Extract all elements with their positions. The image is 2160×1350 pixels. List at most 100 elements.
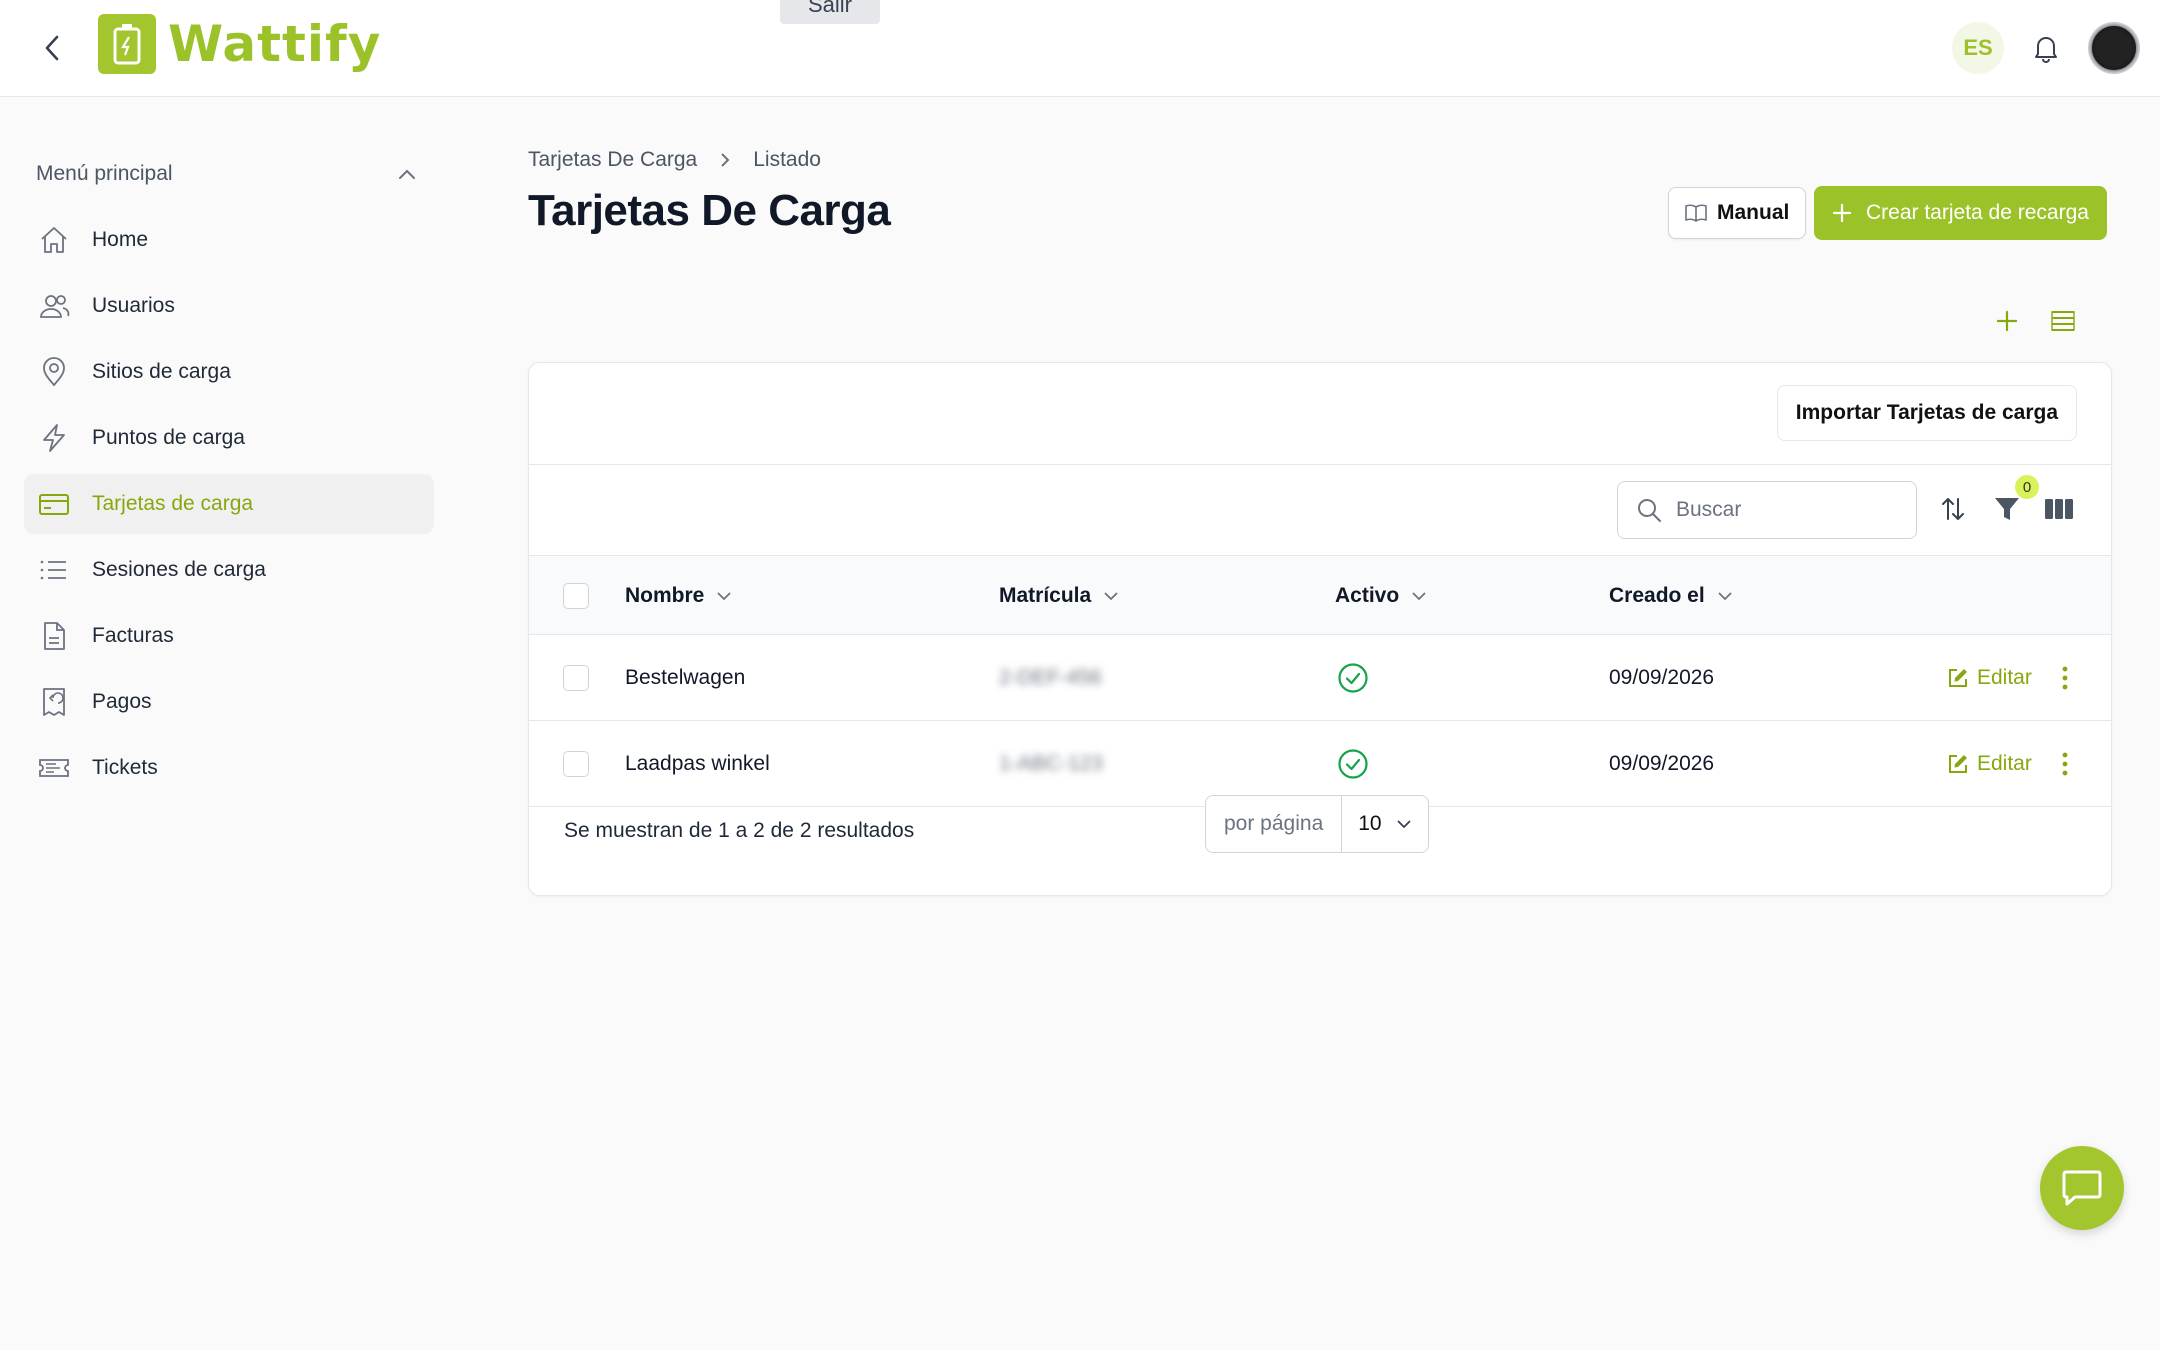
row-actions-menu[interactable] [2053,661,2077,695]
breadcrumb: Tarjetas De Carga Listado [528,148,821,172]
chevron-down-icon [1412,592,1426,601]
battery-logo-icon [98,14,156,74]
sidebar-item-label: Facturas [92,624,174,647]
main-menu-toggle[interactable]: Menú principal [36,162,416,186]
arrows-up-down-icon [1942,498,1964,520]
chat-button[interactable] [2040,1146,2124,1230]
user-avatar[interactable] [2088,22,2140,74]
sidebar-item-label: Tarjetas de carga [92,492,254,515]
search-field[interactable] [1617,481,1917,539]
sidebar-item-usuarios[interactable]: Usuarios [24,276,434,336]
page-title: Tarjetas De Carga [528,186,891,235]
create-card-label: Crear tarjeta de recarga [1866,201,2089,224]
funnel-icon [1995,498,2019,520]
manual-button[interactable]: Manual [1668,187,1807,239]
sidebar-item-label: Sitios de carga [92,360,231,383]
search-input[interactable] [1676,498,1896,522]
sidebar-item-puntos-de-carga[interactable]: Puntos de carga [24,408,434,468]
exit-impersonation-button[interactable]: Salir [780,0,881,24]
per-page-number: 10 [1358,812,1382,835]
column-header-nombre[interactable]: Nombre [625,556,732,636]
pencil-square-icon [1949,669,1967,687]
edit-button[interactable]: Editar [1947,635,2032,721]
sidebar: Menú principal Home Usuarios Sitios de c… [0,98,460,1350]
sidebar-item-label: Usuarios [92,294,175,317]
users-icon [40,295,70,318]
back-button[interactable] [36,30,68,66]
sidebar-item-tarjetas-de-carga[interactable]: Tarjetas de carga [24,474,434,534]
row-checkbox[interactable] [563,665,589,691]
sidebar-item-label: Pagos [92,690,152,713]
per-page-select[interactable]: por página 10 [1205,795,1429,853]
row-checkbox[interactable] [563,751,589,777]
per-page-value[interactable]: 10 [1342,796,1427,852]
ticket-icon [39,759,69,777]
view-columns-icon [2045,499,2073,519]
sidebar-item-tickets[interactable]: Tickets [24,738,434,798]
row-actions-menu[interactable] [2053,747,2077,781]
sidebar-item-label: Tickets [92,756,158,779]
table-header: Nombre Matrícula Activo Creado el [529,555,2111,635]
import-cards-button[interactable]: Importar Tarjetas de carga [1776,385,2077,441]
sidebar-item-home[interactable]: Home [24,210,434,270]
main-menu-heading: Menú principal [36,162,173,185]
ellipsis-vertical-icon [2062,752,2068,776]
plus-icon [1832,203,1852,223]
edit-label: Editar [1977,666,2032,689]
sidebar-item-label: Sesiones de carga [92,558,266,581]
filter-count-badge: 0 [2015,475,2039,499]
card-divider [529,464,2111,465]
language-switcher[interactable]: ES [1952,22,2004,74]
cell-activo [1337,635,1369,721]
chevron-down-icon [1104,592,1118,601]
list-view-button[interactable] [2048,306,2078,336]
select-all-checkbox[interactable] [563,583,589,609]
chevron-up-icon [399,169,415,179]
sidebar-item-label: Puntos de carga [92,426,245,449]
top-bar: Wattify ES [0,0,2160,97]
search-icon [1638,499,1661,522]
notifications-button[interactable] [2028,30,2064,66]
ellipsis-vertical-icon [2062,666,2068,690]
filter-button[interactable] [1991,493,2023,525]
edit-button[interactable]: Editar [1947,721,2032,807]
plus-icon [1996,310,2018,332]
map-pin-icon [43,357,65,387]
document-icon [44,622,65,650]
cell-matricula: 2-DEF-456 [999,666,1102,689]
column-header-activo[interactable]: Activo [1335,556,1427,636]
edit-label: Editar [1977,752,2032,775]
breadcrumb-parent[interactable]: Tarjetas De Carga [528,148,697,172]
pencil-square-icon [1949,755,1967,773]
bell-icon [2035,37,2057,63]
sidebar-item-sesiones-de-carga[interactable]: Sesiones de carga [24,540,434,600]
chevron-down-icon [1718,592,1732,601]
create-card-button[interactable]: Crear tarjeta de recarga [1814,186,2107,240]
book-open-icon [1685,204,1707,222]
per-page-label: por página [1206,796,1343,852]
columns-button[interactable] [2043,493,2075,525]
add-view-button[interactable] [1992,306,2022,336]
list-icon [40,560,66,580]
cell-matricula: 1-ABC-123 [999,752,1103,775]
cell-nombre: Laadpas winkel [625,752,770,775]
sidebar-item-label: Home [92,228,149,251]
impersonation-banner: Salir [780,0,881,24]
app-name: Wattify [168,15,382,73]
sidebar-item-pagos[interactable]: Pagos [24,672,434,732]
main-menu: Home Usuarios Sitios de carga Puntos de … [24,210,434,804]
sidebar-item-sitios-de-carga[interactable]: Sitios de carga [24,342,434,402]
column-label: Creado el [1609,584,1705,607]
table-row[interactable]: Bestelwagen 2-DEF-456 09/09/2026 Editar [529,635,2111,721]
chat-bubble-icon [2062,1170,2102,1206]
chevron-right-icon [721,153,730,167]
manual-button-label: Manual [1717,201,1790,224]
bolt-icon [43,424,65,452]
sort-button[interactable] [1937,493,1969,525]
check-circle-icon [1338,663,1368,693]
column-header-creado-el[interactable]: Creado el [1609,556,1733,636]
app-logo[interactable]: Wattify [98,14,381,74]
list-view-icon [2051,311,2075,331]
sidebar-item-facturas[interactable]: Facturas [24,606,434,666]
column-header-matricula[interactable]: Matrícula [999,556,1119,636]
